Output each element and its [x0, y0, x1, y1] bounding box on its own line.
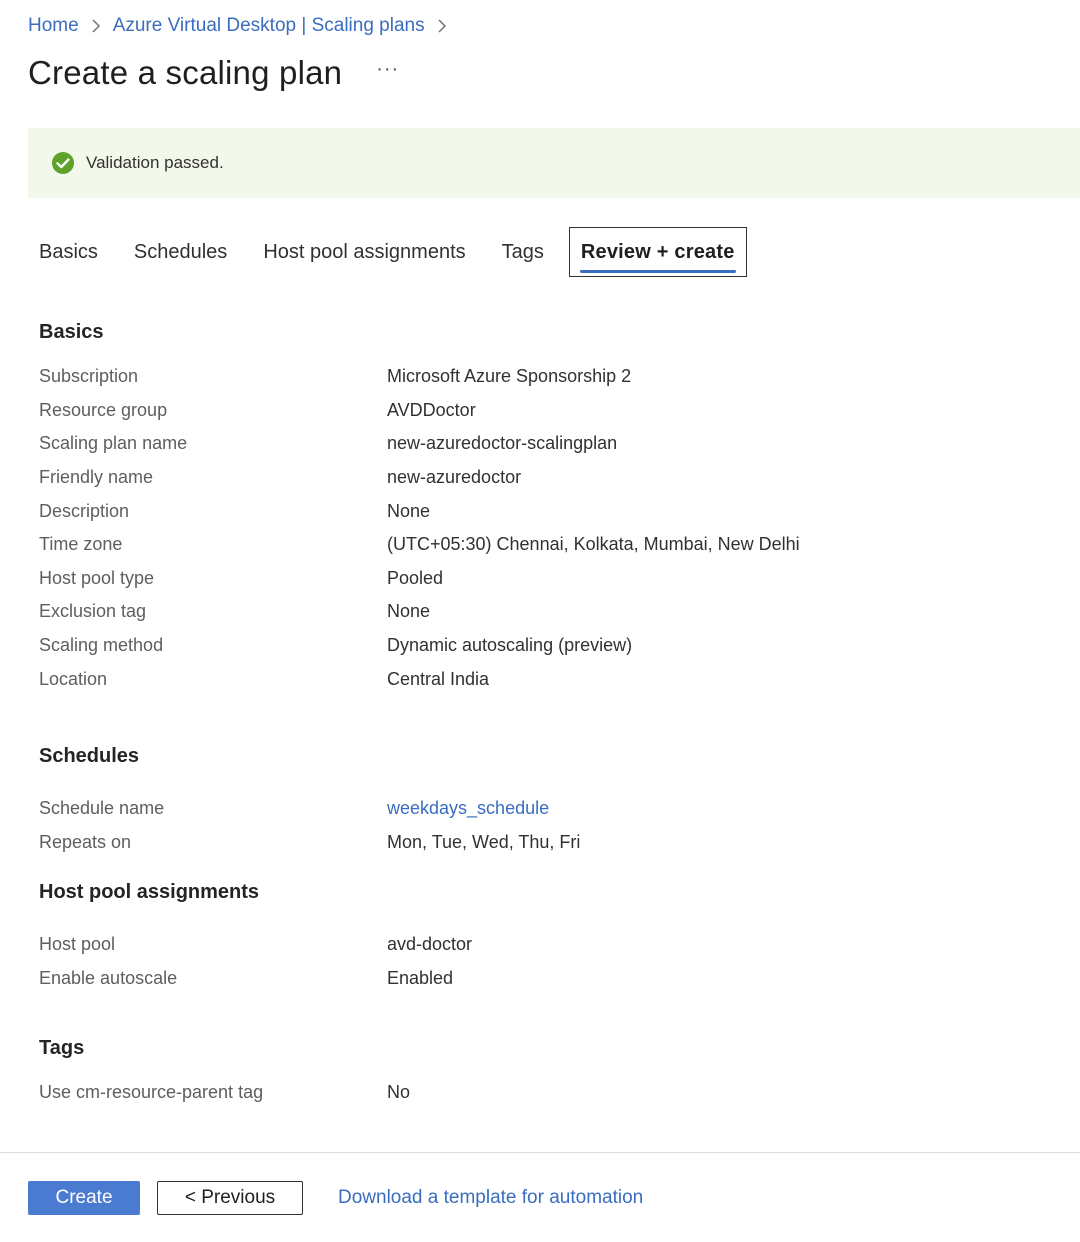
- summary-row-exclusion-tag: Exclusion tag None: [39, 596, 430, 626]
- row-value: (UTC+05:30) Chennai, Kolkata, Mumbai, Ne…: [387, 533, 800, 554]
- summary-row-scaling-plan-name: Scaling plan name new-azuredoctor-scalin…: [39, 428, 617, 458]
- row-label: Repeats on: [39, 831, 132, 852]
- row-label: Subscription: [39, 365, 139, 386]
- row-value: AVDDoctor: [387, 399, 476, 420]
- row-value: Mon, Tue, Wed, Thu, Fri: [387, 831, 581, 852]
- row-label: Time zone: [39, 533, 123, 554]
- row-label: Host pool: [39, 933, 116, 954]
- validation-message: Validation passed.: [86, 153, 224, 172]
- summary-row-enable-autoscale: Enable autoscale Enabled: [39, 963, 453, 993]
- breadcrumb-home-link[interactable]: Home: [28, 15, 79, 37]
- row-label: Use cm-resource-parent tag: [39, 1081, 264, 1102]
- row-label: Host pool type: [39, 567, 155, 588]
- row-value: None: [387, 500, 431, 521]
- section-title-basics: Basics: [39, 321, 104, 343]
- download-template-link[interactable]: Download a template for automation: [338, 1181, 643, 1215]
- tab-review-create[interactable]: Review + create: [568, 227, 747, 277]
- footer-divider: [0, 1152, 1080, 1153]
- summary-row-repeats-on: Repeats on Mon, Tue, Wed, Thu, Fri: [39, 827, 580, 857]
- breadcrumb: Home Azure Virtual Desktop | Scaling pla…: [28, 12, 459, 40]
- breadcrumb-scaling-plans-link[interactable]: Azure Virtual Desktop | Scaling plans: [113, 15, 425, 37]
- row-label: Resource group: [39, 399, 168, 420]
- row-label: Scaling method: [39, 634, 164, 655]
- row-label: Schedule name: [39, 797, 165, 818]
- row-label: Enable autoscale: [39, 967, 178, 988]
- row-value: No: [387, 1081, 411, 1102]
- row-value: Microsoft Azure Sponsorship 2: [387, 365, 632, 386]
- row-label: Description: [39, 500, 130, 521]
- summary-row-resource-group: Resource group AVDDoctor: [39, 395, 476, 425]
- chevron-right-icon: [91, 18, 101, 34]
- row-value: Central India: [387, 668, 490, 689]
- section-title-tags: Tags: [39, 1037, 85, 1059]
- schedule-name-link[interactable]: weekdays_schedule: [387, 798, 549, 819]
- tab-host-pool-assignments[interactable]: Host pool assignments: [252, 227, 476, 277]
- success-check-icon: [51, 151, 75, 175]
- row-value: new-azuredoctor-scalingplan: [387, 432, 618, 453]
- tab-basics[interactable]: Basics: [28, 227, 109, 277]
- row-value: None: [387, 600, 431, 621]
- previous-button[interactable]: < Previous: [157, 1181, 303, 1215]
- tab-tags[interactable]: Tags: [491, 227, 555, 277]
- summary-row-use-cm-resource-parent-tag: Use cm-resource-parent tag No: [39, 1077, 410, 1107]
- chevron-right-icon: [437, 18, 447, 34]
- wizard-tabs: Basics Schedules Host pool assignments T…: [28, 226, 747, 278]
- section-title-schedules: Schedules: [39, 745, 140, 767]
- title-row: Create a scaling plan ···: [28, 50, 399, 96]
- row-value: new-azuredoctor: [387, 466, 522, 487]
- row-value: Dynamic autoscaling (preview): [387, 634, 633, 655]
- section-title-host-pool-assignments: Host pool assignments: [39, 881, 260, 903]
- summary-row-description: Description None: [39, 496, 430, 526]
- row-label: Friendly name: [39, 466, 154, 487]
- summary-row-subscription: Subscription Microsoft Azure Sponsorship…: [39, 361, 631, 391]
- row-value: avd-doctor: [387, 933, 473, 954]
- summary-row-friendly-name: Friendly name new-azuredoctor: [39, 462, 521, 492]
- summary-row-host-pool: Host pool avd-doctor: [39, 929, 472, 959]
- more-options-icon[interactable]: ···: [376, 58, 399, 81]
- page-title: Create a scaling plan: [28, 54, 343, 91]
- row-label: Exclusion tag: [39, 600, 147, 621]
- row-label: Location: [39, 668, 108, 689]
- summary-row-host-pool-type: Host pool type Pooled: [39, 563, 443, 593]
- summary-row-schedule-name: Schedule name weekdays_schedule: [39, 793, 549, 823]
- row-value: Pooled: [387, 567, 444, 588]
- summary-row-time-zone: Time zone (UTC+05:30) Chennai, Kolkata, …: [39, 529, 800, 559]
- tab-schedules[interactable]: Schedules: [123, 227, 238, 277]
- create-button[interactable]: Create: [28, 1181, 140, 1215]
- validation-banner: Validation passed.: [28, 128, 1080, 198]
- row-label: Scaling plan name: [39, 432, 188, 453]
- summary-row-location: Location Central India: [39, 664, 489, 694]
- row-value: Enabled: [387, 967, 454, 988]
- summary-row-scaling-method: Scaling method Dynamic autoscaling (prev…: [39, 630, 632, 660]
